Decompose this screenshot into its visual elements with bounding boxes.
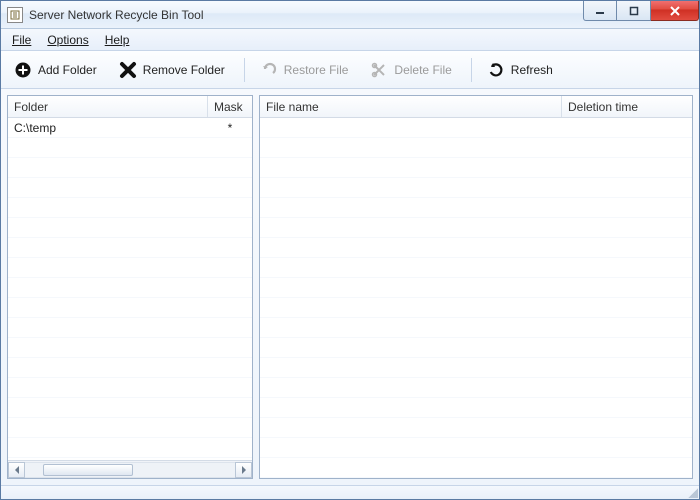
cell-folder: C:\temp <box>8 121 208 135</box>
file-list-pane: File name Deletion time <box>259 95 693 479</box>
horizontal-scrollbar[interactable] <box>8 460 252 478</box>
chevron-left-icon <box>14 466 20 474</box>
file-column-headers: File name Deletion time <box>260 96 692 118</box>
minimize-button[interactable] <box>583 1 617 21</box>
undo-icon <box>260 61 278 79</box>
app-icon <box>7 7 23 23</box>
x-icon <box>119 61 137 79</box>
menu-help[interactable]: Help <box>98 31 137 49</box>
window-controls <box>583 1 699 28</box>
menu-file-label: File <box>12 33 31 47</box>
column-header-deletion-time[interactable]: Deletion time <box>562 96 692 117</box>
refresh-icon <box>487 61 505 79</box>
refresh-label: Refresh <box>511 63 553 77</box>
resize-grip-icon[interactable] <box>686 486 698 498</box>
window-title: Server Network Recycle Bin Tool <box>29 8 583 22</box>
folder-list-pane: Folder Mask C:\temp * <box>7 95 253 479</box>
maximize-button[interactable] <box>617 1 651 21</box>
menu-bar: File Options Help <box>1 29 699 51</box>
cell-mask: * <box>208 121 252 135</box>
close-icon <box>669 6 681 16</box>
status-bar <box>1 485 699 499</box>
column-header-folder[interactable]: Folder <box>8 96 208 117</box>
restore-file-button[interactable]: Restore File <box>253 56 360 84</box>
scroll-right-button[interactable] <box>235 462 252 478</box>
file-rows[interactable] <box>260 118 692 478</box>
scroll-thumb[interactable] <box>43 464 133 476</box>
remove-folder-label: Remove Folder <box>143 63 225 77</box>
toolbar-separator <box>471 58 472 82</box>
delete-file-label: Delete File <box>394 63 451 77</box>
restore-file-label: Restore File <box>284 63 349 77</box>
menu-options[interactable]: Options <box>40 31 95 49</box>
main-area: Folder Mask C:\temp * <box>1 89 699 485</box>
delete-file-button[interactable]: Delete File <box>363 56 462 84</box>
close-button[interactable] <box>651 1 699 21</box>
chevron-right-icon <box>241 466 247 474</box>
column-header-file-name[interactable]: File name <box>260 96 562 117</box>
maximize-icon <box>629 6 639 16</box>
title-bar: Server Network Recycle Bin Tool <box>1 1 699 29</box>
table-row[interactable]: C:\temp * <box>8 118 252 138</box>
folder-rows[interactable]: C:\temp * <box>8 118 252 460</box>
plus-circle-icon <box>14 61 32 79</box>
refresh-button[interactable]: Refresh <box>480 56 564 84</box>
scroll-left-button[interactable] <box>8 462 25 478</box>
menu-options-label: Options <box>47 33 88 47</box>
menu-file[interactable]: File <box>5 31 38 49</box>
remove-folder-button[interactable]: Remove Folder <box>112 56 236 84</box>
menu-help-label: Help <box>105 33 130 47</box>
column-header-mask[interactable]: Mask <box>208 96 252 117</box>
scissors-icon <box>370 61 388 79</box>
toolbar-separator <box>244 58 245 82</box>
toolbar: Add Folder Remove Folder Restore File De… <box>1 51 699 89</box>
add-folder-button[interactable]: Add Folder <box>7 56 108 84</box>
app-window: Server Network Recycle Bin Tool File Opt… <box>0 0 700 500</box>
folder-column-headers: Folder Mask <box>8 96 252 118</box>
scroll-track[interactable] <box>25 462 235 478</box>
add-folder-label: Add Folder <box>38 63 97 77</box>
minimize-icon <box>595 6 605 16</box>
